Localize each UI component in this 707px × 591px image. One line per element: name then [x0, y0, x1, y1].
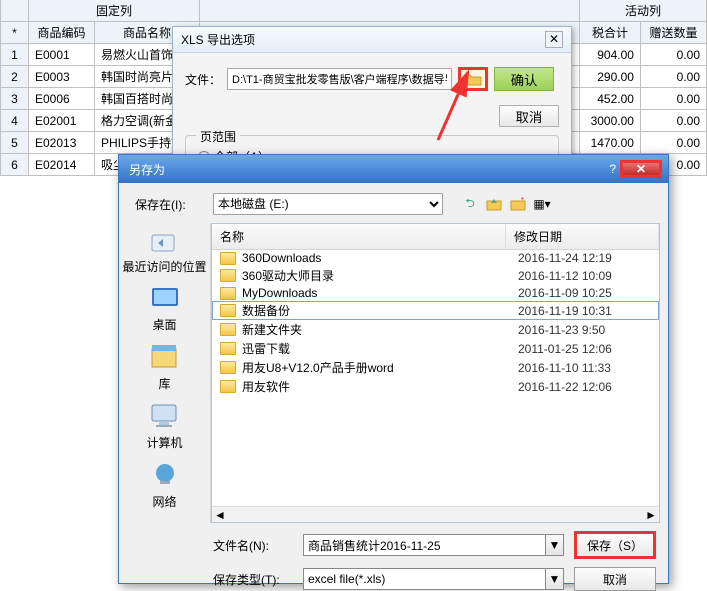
col-name[interactable]: 名称 — [212, 224, 506, 249]
folder-icon — [220, 269, 236, 282]
filetype-label: 保存类型(T): — [213, 571, 293, 588]
folder-open-icon — [464, 72, 482, 86]
file-path-input[interactable] — [227, 68, 452, 90]
header-row: * — [1, 22, 29, 44]
section-active: 活动列 — [579, 0, 706, 22]
sidebar-item-network[interactable]: 网络 — [147, 459, 183, 510]
header-tax: 税合计 — [579, 22, 640, 44]
desktop-icon — [148, 284, 182, 312]
computer-icon — [147, 402, 181, 430]
row-header-corner — [1, 0, 29, 22]
cancel-button[interactable]: 取消 — [499, 105, 559, 127]
list-item[interactable]: 360驱动大师目录2016-11-12 10:09 — [212, 266, 659, 285]
header-code: 商品编码 — [29, 22, 95, 44]
savein-label: 保存在(I): — [135, 196, 205, 213]
scroll-right-icon[interactable]: ► — [645, 508, 657, 522]
folder-icon — [220, 342, 236, 355]
range-legend: 页范围 — [196, 128, 240, 145]
recent-places-icon — [147, 229, 181, 257]
chevron-down-icon[interactable]: ▼ — [546, 534, 564, 556]
svg-text:*: * — [521, 197, 524, 205]
network-icon — [148, 461, 182, 489]
h-scrollbar[interactable]: ◄ ► — [212, 506, 659, 522]
export-dialog-title: XLS 导出选项 — [181, 31, 255, 48]
close-button[interactable]: ✕ — [620, 160, 662, 178]
folder-icon — [220, 304, 236, 317]
filetype-input[interactable] — [303, 568, 546, 590]
sidebar-item-recent[interactable]: 最近访问的位置 — [122, 227, 206, 274]
places-sidebar: 最近访问的位置 桌面 库 计算机 网络 — [119, 223, 211, 523]
list-item[interactable]: MyDownloads2016-11-09 10:25 — [212, 285, 659, 301]
file-label: 文件： — [185, 71, 221, 88]
sidebar-item-libraries[interactable]: 库 — [147, 341, 183, 392]
folder-icon — [220, 361, 236, 374]
saveas-title: 另存为 — [125, 161, 609, 178]
file-list[interactable]: 名称 修改日期 360Downloads2016-11-24 12:19360驱… — [211, 223, 660, 523]
section-fixed: 固定列 — [29, 0, 200, 22]
folder-icon — [220, 380, 236, 393]
sidebar-item-desktop[interactable]: 桌面 — [147, 282, 183, 333]
browse-button[interactable] — [458, 67, 488, 91]
savein-dropdown[interactable]: 本地磁盘 (E:) — [213, 193, 443, 215]
sidebar-item-computer[interactable]: 计算机 — [146, 400, 182, 451]
folder-icon — [220, 323, 236, 336]
list-item[interactable]: 360Downloads2016-11-24 12:19 — [212, 250, 659, 266]
scroll-left-icon[interactable]: ◄ — [214, 508, 226, 522]
list-item[interactable]: 迅雷下载2011-01-25 12:06 — [212, 339, 659, 358]
list-item[interactable]: 用友U8+V12.0产品手册word2016-11-10 11:33 — [212, 358, 659, 377]
new-folder-icon[interactable]: * — [509, 195, 527, 213]
libraries-icon — [148, 343, 182, 371]
back-icon[interactable]: ⮌ — [461, 195, 479, 213]
help-icon[interactable]: ? — [609, 162, 616, 176]
up-folder-icon[interactable] — [485, 195, 503, 213]
save-as-dialog: 另存为 ? ✕ 保存在(I): 本地磁盘 (E:) ⮌ * ▦▾ 最近访问的位置 — [118, 154, 669, 584]
filename-input[interactable] — [303, 534, 546, 556]
col-date[interactable]: 修改日期 — [506, 224, 659, 249]
save-button[interactable]: 保存（S） — [574, 531, 656, 559]
filename-label: 文件名(N): — [213, 537, 293, 554]
chevron-down-icon[interactable]: ▼ — [546, 568, 564, 590]
view-menu-icon[interactable]: ▦▾ — [533, 195, 551, 213]
folder-icon — [220, 287, 236, 300]
confirm-button[interactable]: 确认 — [494, 67, 554, 91]
header-gift: 赠送数量 — [640, 22, 706, 44]
list-item[interactable]: 用友软件2016-11-22 12:06 — [212, 377, 659, 396]
close-icon[interactable]: ✕ — [545, 31, 563, 48]
list-item[interactable]: 数据备份2016-11-19 10:31 — [212, 301, 659, 320]
folder-icon — [220, 252, 236, 265]
list-item[interactable]: 新建文件夹2016-11-23 9:50 — [212, 320, 659, 339]
cancel-button[interactable]: 取消 — [574, 567, 656, 591]
